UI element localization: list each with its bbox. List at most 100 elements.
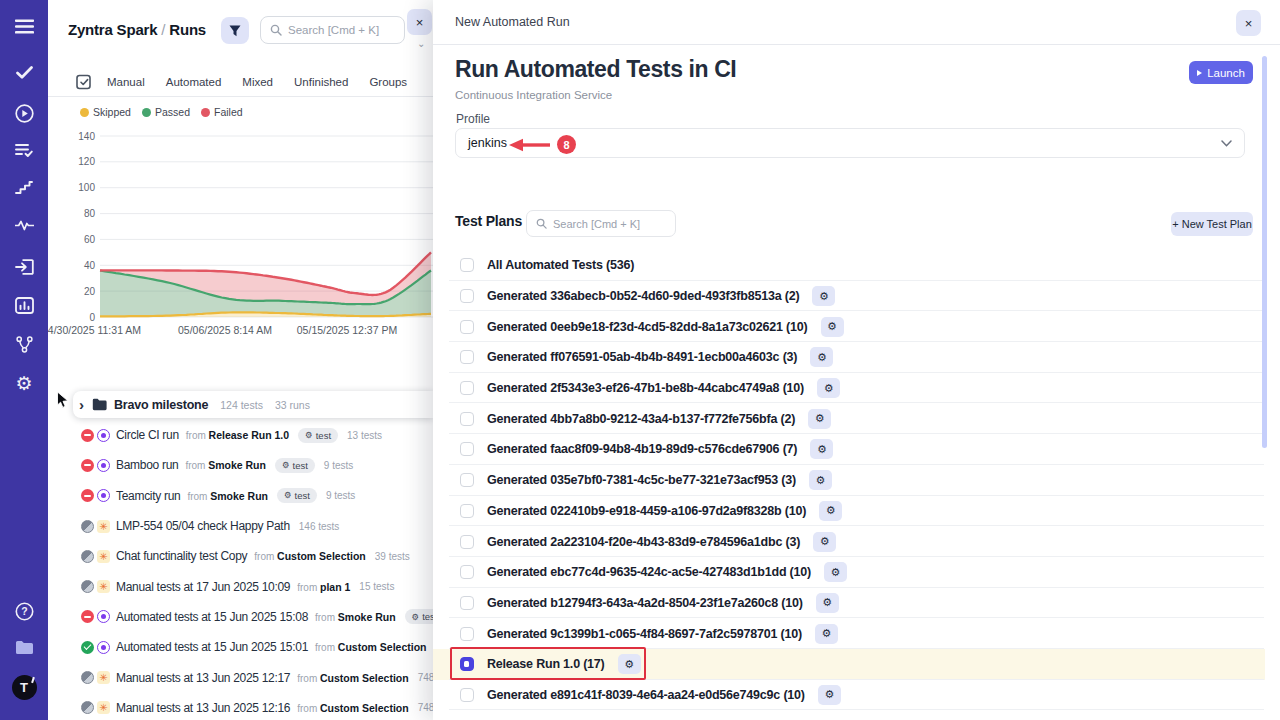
run-list-item[interactable]: Manual tests at 13 Jun 2025 12:16from Cu…	[48, 693, 433, 720]
sidebar-item-gear[interactable]: ⚙	[0, 374, 48, 393]
plan-settings-button[interactable]: ⚙	[810, 347, 833, 367]
tab-unfinished[interactable]: Unfinished	[294, 76, 348, 88]
plan-checkbox[interactable]	[460, 688, 474, 702]
plan-settings-button[interactable]: ⚙	[816, 593, 839, 613]
sidebar-item-activity[interactable]	[0, 220, 48, 231]
run-list-item[interactable]: Manual tests at 13 Jun 2025 12:17from Cu…	[48, 662, 433, 692]
plan-settings-button[interactable]: ⚙	[808, 409, 831, 429]
breadcrumb-app[interactable]: Zyntra Spark	[68, 21, 157, 38]
plan-label: Generated 022410b9-e918-4459-a106-97d2a9…	[487, 504, 806, 518]
plan-settings-button[interactable]: ⚙	[812, 286, 835, 306]
modal-header-title: New Automated Run	[455, 15, 570, 29]
tab-groups[interactable]: Groups	[369, 76, 407, 88]
plan-settings-button[interactable]: ⚙	[809, 470, 832, 490]
modal-close-button[interactable]: ×	[1236, 10, 1261, 36]
select-all-checkbox-icon[interactable]	[76, 74, 92, 90]
run-source: from Smoke Run	[185, 459, 266, 471]
plan-checkbox[interactable]	[460, 381, 474, 395]
test-plan-row[interactable]: Generated 9c1399b1-c065-4f84-8697-7af2c5…	[433, 618, 1265, 649]
plan-checkbox[interactable]	[460, 657, 474, 671]
plan-settings-button[interactable]: ⚙	[618, 654, 641, 674]
plan-checkbox[interactable]	[460, 504, 474, 518]
test-plan-row[interactable]: Generated 022410b9-e918-4459-a106-97d2a9…	[433, 496, 1265, 527]
group-row[interactable]: › Bravo milestone 124 tests 33 runs	[73, 391, 433, 418]
plan-checkbox[interactable]	[460, 412, 474, 426]
svg-text:0: 0	[89, 312, 95, 323]
menu-icon	[15, 19, 34, 34]
plan-settings-button[interactable]: ⚙	[818, 685, 841, 705]
sidebar-item-play-circle[interactable]	[0, 104, 48, 123]
test-plan-row[interactable]: Generated 035e7bf0-7381-4c5c-be77-321e73…	[433, 465, 1265, 496]
run-list-item[interactable]: Automated tests at 15 Jun 2025 15:01from…	[48, 632, 433, 662]
plan-label: All Automated Tests (536)	[487, 258, 634, 272]
plan-settings-button[interactable]: ⚙	[824, 562, 847, 582]
legend-label: Failed	[214, 106, 243, 118]
plan-settings-button[interactable]: ⚙	[821, 317, 844, 337]
plan-checkbox[interactable]	[460, 473, 474, 487]
plan-checkbox[interactable]	[460, 627, 474, 641]
svg-text:04/30/2025 11:31 AM: 04/30/2025 11:31 AM	[48, 324, 141, 336]
filter-button[interactable]	[221, 17, 249, 44]
sidebar-item-help[interactable]: ?	[0, 602, 48, 621]
test-plan-row[interactable]: Generated 4bb7a8b0-9212-43a4-b137-f772fe…	[433, 403, 1265, 434]
sidebar-item-logo[interactable]: T	[0, 675, 48, 700]
panel-close-button[interactable]: ×	[407, 9, 432, 35]
test-plan-row[interactable]: Generated b12794f3-643a-4a2d-8504-23f1e7…	[433, 588, 1265, 619]
tab-mixed[interactable]: Mixed	[242, 76, 273, 88]
plan-checkbox[interactable]	[460, 565, 474, 579]
gear-icon: ⚙	[816, 474, 826, 487]
launch-button[interactable]: Launch	[1189, 61, 1253, 84]
sidebar-item-menu[interactable]	[0, 19, 48, 34]
plan-checkbox[interactable]	[460, 596, 474, 610]
test-plan-row[interactable]: Generated e891c41f-8039-4e64-aa24-e0d56e…	[433, 680, 1265, 711]
run-list-item[interactable]: Teamcity runfrom Smoke Run⚙test9 tests	[48, 481, 433, 511]
test-plan-row[interactable]: All Automated Tests (536)	[433, 250, 1265, 281]
plan-settings-button[interactable]: ⚙	[817, 378, 840, 398]
sidebar-item-bar-chart[interactable]	[0, 297, 48, 314]
plan-settings-button[interactable]: ⚙	[810, 439, 833, 459]
tab-manual[interactable]: Manual	[107, 76, 145, 88]
run-list-item[interactable]: Chat functinality test Copyfrom Custom S…	[48, 541, 433, 571]
plan-checkbox[interactable]	[460, 320, 474, 334]
plan-settings-button[interactable]: ⚙	[819, 501, 842, 521]
new-test-plan-button[interactable]: + New Test Plan	[1171, 212, 1253, 236]
partial-icon: ⌄	[417, 38, 425, 49]
plan-checkbox[interactable]	[460, 350, 474, 364]
scrollbar-thumb[interactable]	[1262, 56, 1267, 448]
run-name: Teamcity run	[116, 489, 180, 503]
plan-checkbox[interactable]	[460, 442, 474, 456]
chevron-right-icon[interactable]: ›	[79, 397, 84, 412]
test-plan-row[interactable]: Generated faac8f09-94b8-4b19-89d9-c576cd…	[433, 434, 1265, 465]
plan-checkbox[interactable]	[460, 258, 474, 272]
test-plan-row[interactable]: Generated 2f5343e3-ef26-47b1-be8b-44cabc…	[433, 373, 1265, 404]
plan-checkbox[interactable]	[460, 289, 474, 303]
test-plan-row[interactable]: Generated ff076591-05ab-4b4b-8491-1ecb00…	[433, 342, 1265, 373]
sidebar-item-steps[interactable]	[0, 181, 48, 194]
legend-dot-icon	[80, 108, 89, 117]
test-plan-row[interactable]: Generated 0eeb9e18-f23d-4cd5-82dd-8a1a73…	[433, 311, 1265, 342]
close-icon: ×	[1245, 16, 1253, 31]
test-plan-row[interactable]: Release Run 1.0 (17)⚙	[433, 649, 1265, 680]
run-list-item[interactable]: Circle CI runfrom Release Run 1.0⚙test13…	[48, 420, 433, 450]
sidebar-item-branch[interactable]	[0, 336, 48, 353]
run-list-item[interactable]: Bamboo runfrom Smoke Run⚙test9 tests	[48, 450, 433, 480]
sidebar-item-check[interactable]	[0, 66, 48, 79]
sidebar-item-folder[interactable]	[0, 640, 48, 655]
gear-icon: ⚙	[624, 658, 634, 671]
plan-checkbox[interactable]	[460, 535, 474, 549]
test-plan-row[interactable]: Generated 336abecb-0b52-4d60-9ded-493f3f…	[433, 281, 1265, 312]
test-plan-row[interactable]: Generated ebc77c4d-9635-424c-ac5e-427483…	[433, 557, 1265, 588]
tab-automated[interactable]: Automated	[166, 76, 222, 88]
svg-text:40: 40	[84, 260, 96, 271]
runs-search-input[interactable]: Search [Cmd + K]	[260, 16, 405, 44]
plan-settings-button[interactable]: ⚙	[815, 624, 838, 644]
legend-label: Skipped	[93, 106, 131, 118]
test-plans-search-input[interactable]: Search [Cmd + K]	[526, 210, 676, 237]
run-list-item[interactable]: Manual tests at 17 Jun 2025 10:09from pl…	[48, 571, 433, 601]
run-list-item[interactable]: Automated tests at 15 Jun 2025 15:08from…	[48, 602, 433, 632]
sidebar-item-sign-in[interactable]	[0, 259, 48, 275]
plan-settings-button[interactable]: ⚙	[813, 532, 836, 552]
test-plan-row[interactable]: Generated 2a223104-f20e-4b43-83d9-e78459…	[433, 526, 1265, 557]
run-list-item[interactable]: LMP-554 05/04 check Happy Path146 tests	[48, 511, 433, 541]
sidebar-item-list-check[interactable]	[0, 143, 48, 157]
